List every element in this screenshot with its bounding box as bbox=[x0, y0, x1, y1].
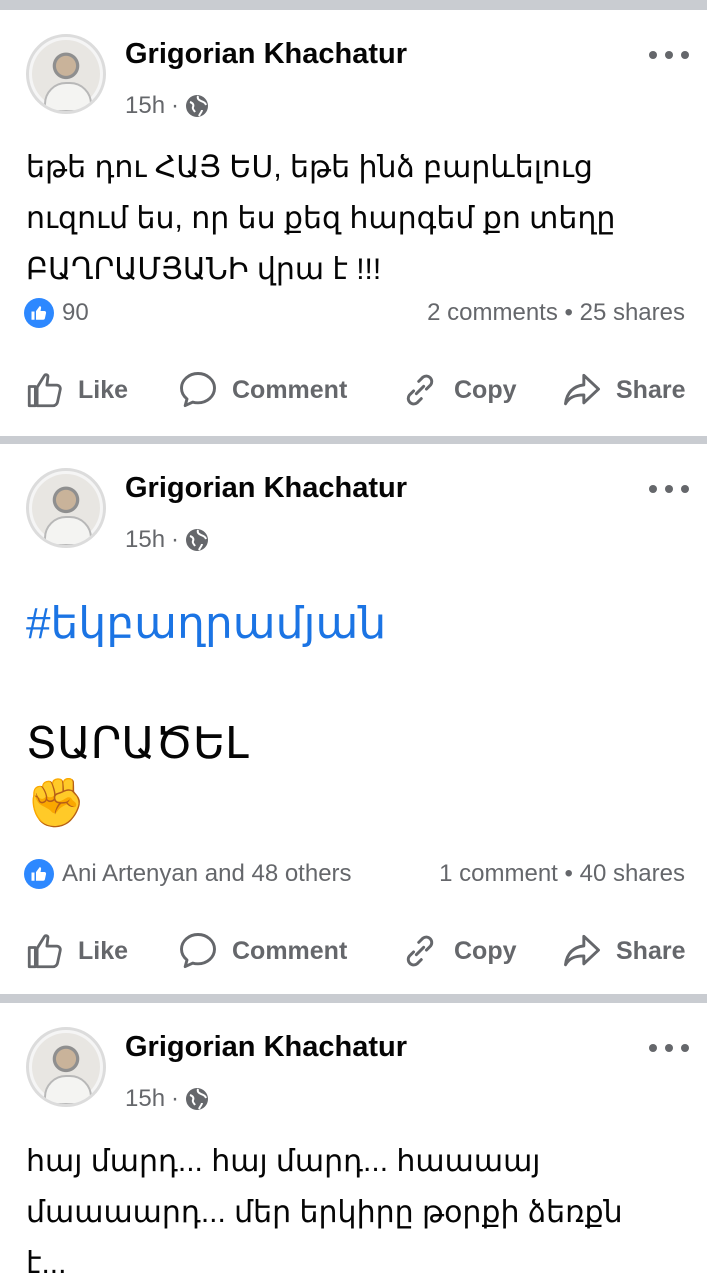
like-icon bbox=[27, 373, 62, 408]
meta-separator: · bbox=[171, 92, 180, 119]
reaction-count: 90 bbox=[62, 299, 89, 326]
copy-link-icon bbox=[406, 935, 434, 967]
engagement-summary: 2 comments • 25 shares bbox=[427, 299, 685, 327]
share-icon bbox=[564, 934, 600, 967]
comment-button[interactable]: Comment bbox=[176, 360, 347, 420]
post-big-text: ՏԱՐԱԾԵԼ bbox=[26, 719, 249, 768]
share-button[interactable]: Share bbox=[560, 360, 685, 420]
like-icon bbox=[27, 934, 62, 969]
post-meta: 15h · bbox=[125, 92, 209, 120]
share-label: Share bbox=[616, 375, 686, 404]
post-actions: Like Comment Copy Share bbox=[0, 921, 707, 981]
author-name[interactable]: Grigorian Khachatur bbox=[125, 38, 407, 71]
stats-dot: • bbox=[564, 299, 573, 326]
post-stats: 90 2 comments • 25 shares bbox=[24, 293, 685, 333]
comment-icon bbox=[180, 933, 216, 969]
like-reaction-icon bbox=[24, 298, 54, 328]
copy-label: Copy bbox=[454, 375, 517, 404]
more-options-icon[interactable] bbox=[649, 482, 689, 496]
fist-emoji: ✊ bbox=[26, 777, 86, 830]
post-text-line: ուզում ես, որ ես քեզ հարգեմ քո տեղը bbox=[26, 202, 616, 235]
post-1: Grigorian Khachatur 15h · եթե դու ՀԱՅ ԵՍ… bbox=[0, 10, 707, 436]
author-name[interactable]: Grigorian Khachatur bbox=[125, 472, 407, 505]
post-text-line: մաաաարդ... մեր երկիրը թօրքի ձեռքն bbox=[26, 1196, 623, 1229]
copy-button[interactable]: Copy bbox=[398, 360, 517, 420]
like-button[interactable]: Like bbox=[24, 360, 128, 420]
like-label: Like bbox=[78, 375, 129, 404]
post-text: եթե դու ՀԱՅ ԵՍ, եթե ինձ բարևելուց ուզում… bbox=[26, 142, 686, 295]
like-reaction-icon bbox=[24, 859, 54, 889]
avatar[interactable] bbox=[26, 1027, 106, 1107]
meta-separator: · bbox=[171, 1085, 180, 1112]
post-text-line: եթե դու ՀԱՅ ԵՍ, եթե ինձ բարևելուց bbox=[26, 151, 593, 184]
author-name[interactable]: Grigorian Khachatur bbox=[125, 1031, 407, 1064]
reaction-summary[interactable]: 90 bbox=[24, 298, 89, 328]
comments-count[interactable]: 1 comment bbox=[439, 860, 558, 887]
copy-button[interactable]: Copy bbox=[398, 921, 517, 981]
post-text: հայ մարդ... հայ մարդ... հաաաայ մաաաարդ..… bbox=[26, 1136, 686, 1280]
engagement-summary: 1 comment • 40 shares bbox=[439, 860, 685, 888]
like-button[interactable]: Like bbox=[24, 921, 128, 981]
reaction-count: Ani Artenyan and 48 others bbox=[62, 860, 352, 887]
share-button[interactable]: Share bbox=[560, 921, 685, 981]
more-options-icon[interactable] bbox=[649, 48, 689, 62]
globe-icon bbox=[186, 1088, 209, 1110]
copy-link-icon bbox=[406, 374, 434, 406]
post-time[interactable]: 15h bbox=[125, 1085, 165, 1113]
like-label: Like bbox=[78, 936, 129, 965]
stats-dot: • bbox=[564, 860, 573, 887]
comment-label: Comment bbox=[232, 375, 348, 404]
post-text-line: ԲԱՂՐԱՄՅԱՆԻ վրա է !!! bbox=[26, 253, 382, 286]
share-label: Share bbox=[616, 936, 686, 965]
comment-icon bbox=[180, 372, 216, 408]
post-meta: 15h · bbox=[125, 526, 209, 554]
globe-icon bbox=[186, 95, 209, 117]
meta-separator: · bbox=[171, 526, 180, 553]
post-actions: Like Comment Copy Share bbox=[0, 360, 707, 420]
reaction-summary[interactable]: Ani Artenyan and 48 others bbox=[24, 859, 352, 889]
post-text-line: է... bbox=[26, 1247, 67, 1280]
post-time[interactable]: 15h bbox=[125, 92, 165, 120]
post-2: Grigorian Khachatur 15h · #եկբաղրամյան Տ… bbox=[0, 444, 707, 994]
shares-count[interactable]: 25 shares bbox=[580, 299, 685, 326]
more-options-icon[interactable] bbox=[649, 1041, 689, 1055]
copy-label: Copy bbox=[454, 936, 517, 965]
post-meta: 15h · bbox=[125, 1085, 209, 1113]
shares-count[interactable]: 40 shares bbox=[580, 860, 685, 887]
comments-count[interactable]: 2 comments bbox=[427, 299, 558, 326]
post-3: Grigorian Khachatur 15h · հայ մարդ... հա… bbox=[0, 1003, 707, 1280]
avatar[interactable] bbox=[26, 34, 106, 114]
comment-button[interactable]: Comment bbox=[176, 921, 347, 981]
post-text-line: հայ մարդ... հայ մարդ... հաաաայ bbox=[26, 1145, 541, 1178]
post-stats: Ani Artenyan and 48 others 1 comment • 4… bbox=[24, 854, 685, 894]
post-time[interactable]: 15h bbox=[125, 526, 165, 554]
hashtag-link[interactable]: #եկբաղրամյան bbox=[26, 594, 686, 654]
comment-label: Comment bbox=[232, 936, 348, 965]
globe-icon bbox=[186, 529, 209, 551]
share-icon bbox=[564, 373, 600, 406]
avatar[interactable] bbox=[26, 468, 106, 548]
